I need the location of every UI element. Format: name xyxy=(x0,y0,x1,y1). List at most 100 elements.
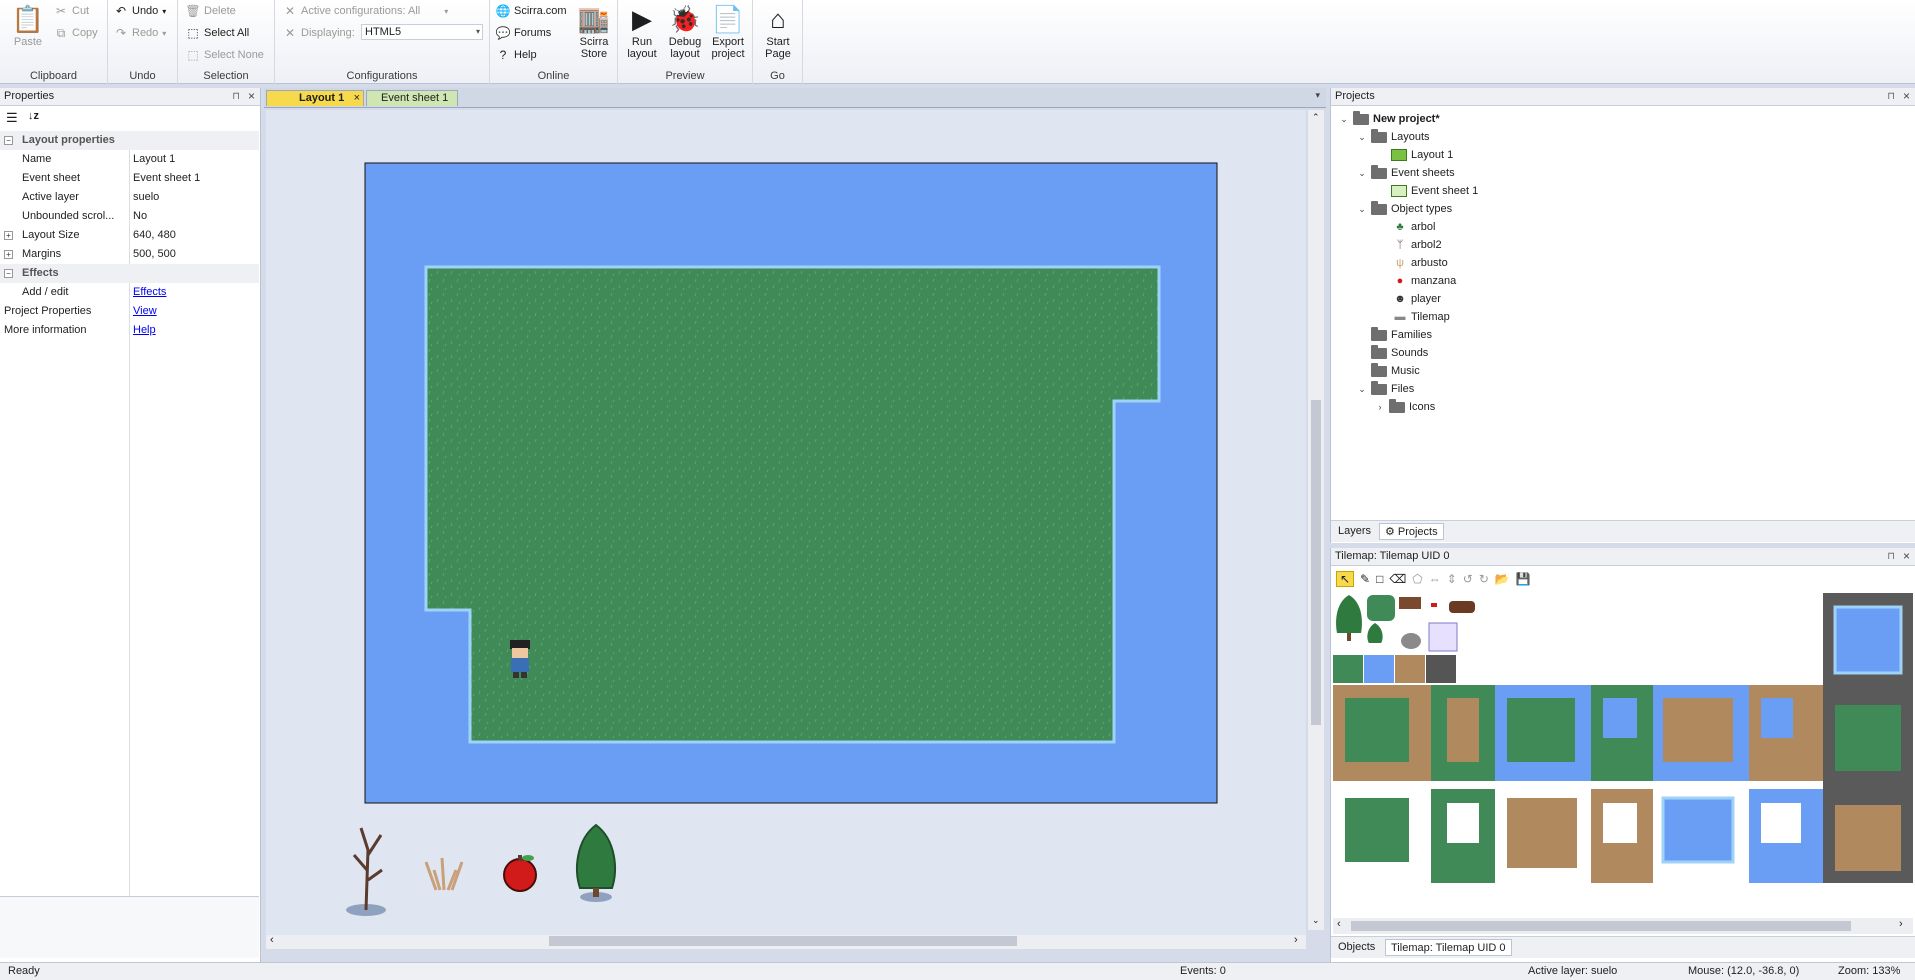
expand-icon[interactable]: + xyxy=(4,231,13,240)
scroll-left-icon[interactable]: ‹ xyxy=(1337,918,1341,930)
collapse-icon[interactable]: ⌄ xyxy=(1339,114,1349,125)
tileset-view[interactable] xyxy=(1333,593,1913,883)
start-page-button[interactable]: ⌂ Start Page xyxy=(758,2,798,60)
flip-icon[interactable]: ⬠ xyxy=(1412,572,1422,586)
effects-link[interactable]: Effects xyxy=(133,283,166,302)
prop-row-project-properties[interactable]: Project Properties View xyxy=(0,302,259,321)
scroll-right-icon[interactable]: › xyxy=(1899,918,1903,930)
mirror-icon[interactable]: ⇔ xyxy=(1429,572,1441,586)
delete-button[interactable]: 🗑 Delete xyxy=(185,4,235,18)
tileset-scroll-thumb[interactable] xyxy=(1351,921,1851,931)
prop-row-more-info[interactable]: More information Help xyxy=(0,321,259,340)
tree-object-arbol2[interactable]: ᛘ arbol2 xyxy=(1393,236,1442,254)
rotate-cw-icon[interactable]: ↻ xyxy=(1479,572,1489,586)
close-icon[interactable]: × xyxy=(248,88,255,105)
tree-music[interactable]: Music xyxy=(1371,362,1420,380)
manzana-sprite[interactable] xyxy=(503,855,537,892)
paste-button[interactable]: 📋 Paste xyxy=(8,2,48,48)
select-none-button[interactable]: ⬚ Select None xyxy=(186,48,264,62)
arbusto-sprite[interactable] xyxy=(424,857,464,891)
tree-layout-1[interactable]: Layout 1 xyxy=(1391,146,1453,164)
copy-button[interactable]: ⧉ Copy xyxy=(54,26,98,40)
tilemap-island[interactable] xyxy=(424,265,1161,744)
tree-event-sheet-1[interactable]: Event sheet 1 xyxy=(1391,182,1478,200)
displaying-select[interactable]: HTML5 ▾ xyxy=(361,24,483,40)
rotate-ccw-icon[interactable]: ↺ xyxy=(1463,572,1473,586)
tab-projects[interactable]: ⚙ Projects xyxy=(1379,523,1444,540)
view-link[interactable]: View xyxy=(133,302,157,321)
debug-layout-button[interactable]: 🐞 Debug layout xyxy=(666,2,704,60)
tab-objects[interactable]: Objects xyxy=(1333,939,1381,956)
help-link[interactable]: Help xyxy=(133,321,156,340)
prop-value[interactable]: Event sheet 1 xyxy=(133,169,200,188)
cut-button[interactable]: ✂ Cut xyxy=(54,4,89,18)
save-icon[interactable]: 💾 xyxy=(1516,572,1531,586)
prop-row-unbounded[interactable]: Unbounded scrol... No xyxy=(0,207,259,226)
categorized-icon[interactable]: ☰ xyxy=(6,110,18,126)
close-icon[interactable]: × xyxy=(1903,548,1910,565)
help-link[interactable]: ? Help xyxy=(496,48,537,62)
scirra-store-button[interactable]: 🏬 Scirra Store xyxy=(574,2,614,60)
prop-row-margins[interactable]: + Margins 500, 500 xyxy=(0,245,259,264)
horizontal-scroll-thumb[interactable] xyxy=(549,936,1017,946)
layout-canvas[interactable] xyxy=(266,110,1306,935)
redo-button[interactable]: ↷ Redo ▾ xyxy=(114,26,166,40)
tree-root-project[interactable]: ⌄ New project* xyxy=(1339,110,1440,128)
scroll-right-icon[interactable]: › xyxy=(1294,934,1298,946)
tileset-horizontal-scrollbar[interactable]: ‹ › xyxy=(1333,918,1913,934)
collapse-icon[interactable]: ⌄ xyxy=(1357,384,1367,395)
tree-families[interactable]: Families xyxy=(1371,326,1432,344)
expand-icon[interactable]: › xyxy=(1375,402,1385,412)
tab-list-dropdown-icon[interactable]: ▾ xyxy=(1315,90,1320,101)
tree-object-player[interactable]: ☻ player xyxy=(1393,290,1441,308)
tree-object-arbol[interactable]: ♣ arbol xyxy=(1393,218,1435,236)
vertical-scroll-thumb[interactable] xyxy=(1311,400,1321,725)
flip-vertical-icon[interactable]: ⇕ xyxy=(1447,572,1457,586)
collapse-icon[interactable]: ⌄ xyxy=(1357,168,1367,179)
scroll-left-icon[interactable]: ‹ xyxy=(270,934,274,946)
tree-sounds[interactable]: Sounds xyxy=(1371,344,1428,362)
eraser-tool-icon[interactable]: ⌫ xyxy=(1389,572,1406,586)
collapse-icon[interactable]: − xyxy=(4,136,13,145)
collapse-icon[interactable]: − xyxy=(4,269,13,278)
rectangle-tool-icon[interactable]: □ xyxy=(1376,572,1383,586)
prop-value[interactable]: suelo xyxy=(133,188,159,207)
select-all-button[interactable]: ⬚ Select All xyxy=(186,26,249,40)
tree-object-arbusto[interactable]: ψ arbusto xyxy=(1393,254,1448,272)
tab-layout-1[interactable]: Layout 1 × xyxy=(266,90,364,106)
close-icon[interactable]: × xyxy=(1903,88,1910,105)
cursor-tool-icon[interactable]: ↖ xyxy=(1336,571,1354,587)
pin-icon[interactable]: ⊓ xyxy=(1887,548,1895,565)
tree-object-types[interactable]: ⌄ Object types xyxy=(1357,200,1452,218)
forums-link[interactable]: 💬 Forums xyxy=(496,26,552,40)
collapse-icon[interactable]: ⌄ xyxy=(1357,132,1367,143)
arbol2-sprite[interactable] xyxy=(346,827,386,916)
tree-event-sheets[interactable]: ⌄ Event sheets xyxy=(1357,164,1455,182)
scroll-down-icon[interactable]: ⌄ xyxy=(1312,915,1320,926)
pin-icon[interactable]: ⊓ xyxy=(232,88,240,105)
horizontal-scrollbar[interactable]: ‹ › xyxy=(266,933,1306,949)
tree-icons[interactable]: › Icons xyxy=(1375,398,1435,416)
close-icon[interactable]: × xyxy=(354,91,360,106)
tab-event-sheet-1[interactable]: Event sheet 1 xyxy=(366,90,458,106)
pencil-tool-icon[interactable]: ✎ xyxy=(1360,572,1370,586)
expand-icon[interactable]: + xyxy=(4,250,13,259)
redo-dropdown-icon[interactable]: ▾ xyxy=(162,29,166,38)
scroll-up-icon[interactable]: ⌃ xyxy=(1312,112,1320,123)
tree-object-manzana[interactable]: ● manzana xyxy=(1393,272,1457,290)
tab-layers[interactable]: Layers xyxy=(1333,523,1377,540)
arbol-sprite[interactable] xyxy=(576,823,616,902)
prop-row-effects[interactable]: Add / edit Effects xyxy=(0,283,259,302)
active-configurations-dropdown[interactable]: ✕ Active configurations: All ▾ xyxy=(283,4,448,18)
prop-row-active-layer[interactable]: Active layer suelo xyxy=(0,188,259,207)
open-folder-icon[interactable]: 📂 xyxy=(1495,572,1510,586)
layout-properties-section[interactable]: − Layout properties xyxy=(0,131,259,150)
prop-value[interactable]: 640, 480 xyxy=(133,226,176,245)
vertical-scrollbar[interactable]: ⌃ ⌄ xyxy=(1308,110,1324,930)
tree-object-tilemap[interactable]: ▬ Tilemap xyxy=(1393,308,1450,326)
prop-row-event-sheet[interactable]: Event sheet Event sheet 1 xyxy=(0,169,259,188)
effects-section[interactable]: − Effects xyxy=(0,264,259,283)
scirra-link[interactable]: 🌐 Scirra.com xyxy=(496,4,567,18)
prop-value[interactable]: No xyxy=(133,207,147,226)
tree-layouts[interactable]: ⌄ Layouts xyxy=(1357,128,1430,146)
